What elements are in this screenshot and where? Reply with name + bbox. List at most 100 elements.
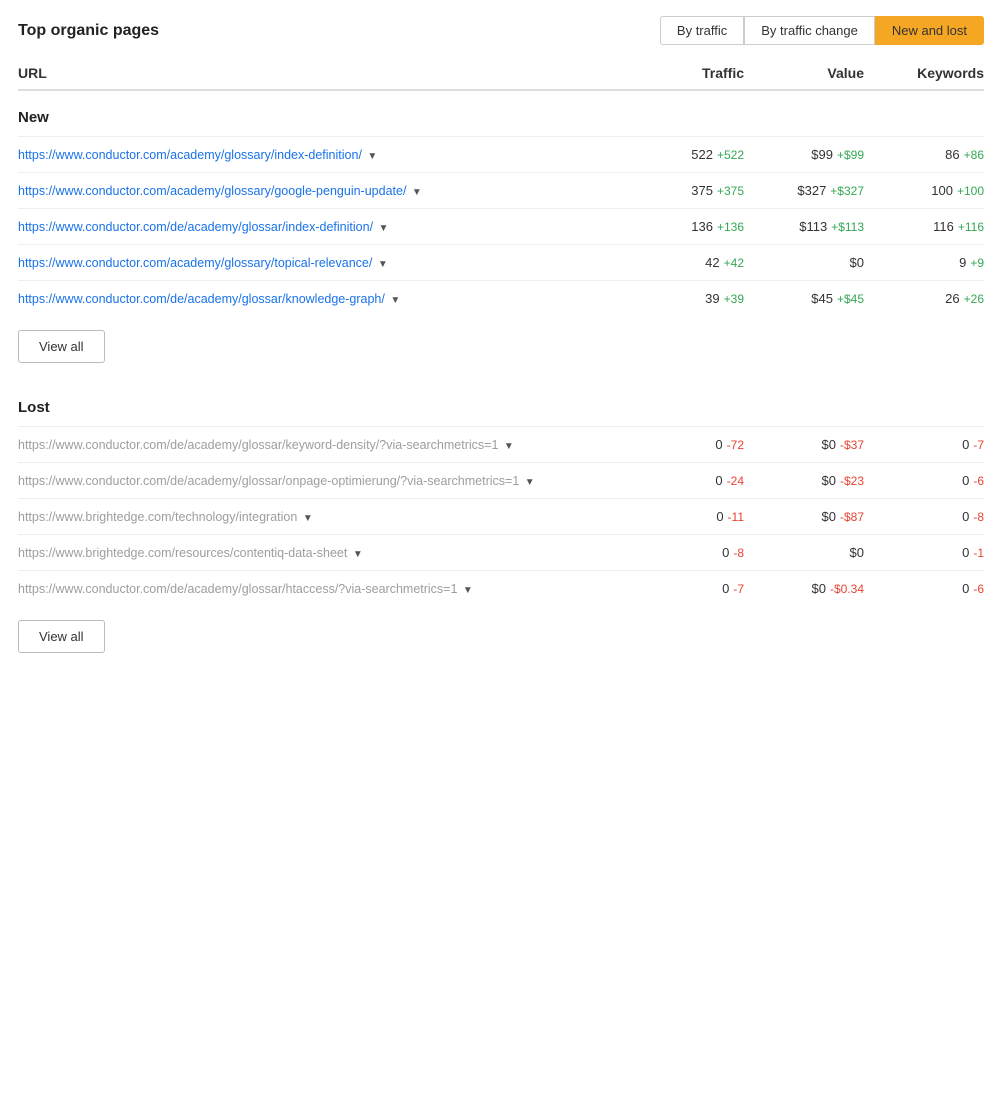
tab-by-traffic[interactable]: By traffic bbox=[660, 16, 744, 45]
dropdown-arrow-icon[interactable]: ▼ bbox=[504, 441, 514, 452]
keywords-cell: 0-7 bbox=[864, 437, 984, 452]
traffic-cell: 136 +136 bbox=[624, 219, 744, 234]
keywords-main: 0 bbox=[962, 509, 969, 524]
traffic-change: +522 bbox=[717, 148, 744, 162]
col-url: URL bbox=[18, 65, 624, 81]
keywords-change: -8 bbox=[973, 510, 984, 524]
value-cell: $327 +$327 bbox=[744, 183, 864, 198]
traffic-cell: 42 +42 bbox=[624, 255, 744, 270]
value-cell: $0-$23 bbox=[744, 473, 864, 488]
url-cell[interactable]: https://www.conductor.com/academy/glossa… bbox=[18, 148, 624, 162]
page-container: Top organic pages By traffic By traffic … bbox=[0, 0, 1002, 687]
keywords-main: 9 bbox=[959, 255, 966, 270]
table-row: https://www.conductor.com/de/academy/glo… bbox=[18, 208, 984, 244]
keywords-change: -6 bbox=[973, 582, 984, 596]
traffic-change: +42 bbox=[724, 256, 744, 270]
traffic-main: 39 bbox=[705, 291, 719, 306]
dropdown-arrow-icon[interactable]: ▼ bbox=[412, 187, 422, 198]
url-cell[interactable]: https://www.conductor.com/de/academy/glo… bbox=[18, 474, 624, 488]
tab-by-traffic-change[interactable]: By traffic change bbox=[744, 16, 875, 45]
new-rows-container: https://www.conductor.com/academy/glossa… bbox=[18, 136, 984, 316]
value-main: $327 bbox=[797, 183, 826, 198]
keywords-change: +100 bbox=[957, 184, 984, 198]
traffic-main: 42 bbox=[705, 255, 719, 270]
table-row: https://www.conductor.com/de/academy/glo… bbox=[18, 570, 984, 606]
keywords-main: 100 bbox=[931, 183, 953, 198]
value-main: $0 bbox=[850, 255, 864, 270]
keywords-change: -7 bbox=[973, 438, 984, 452]
keywords-main: 0 bbox=[962, 545, 969, 560]
value-change: -$0.34 bbox=[830, 582, 864, 596]
traffic-change: -11 bbox=[728, 510, 744, 524]
keywords-cell: 86+86 bbox=[864, 147, 984, 162]
value-change: +$45 bbox=[837, 292, 864, 306]
traffic-change: -8 bbox=[733, 546, 744, 560]
traffic-change: +375 bbox=[717, 184, 744, 198]
dropdown-arrow-icon[interactable]: ▼ bbox=[353, 549, 363, 560]
traffic-cell: 522 +522 bbox=[624, 147, 744, 162]
dropdown-arrow-icon[interactable]: ▼ bbox=[525, 477, 535, 488]
url-cell[interactable]: https://www.conductor.com/de/academy/glo… bbox=[18, 582, 624, 596]
dropdown-arrow-icon[interactable]: ▼ bbox=[463, 585, 473, 596]
url-cell[interactable]: https://www.conductor.com/academy/glossa… bbox=[18, 184, 624, 198]
keywords-cell: 0 -8 bbox=[864, 509, 984, 524]
traffic-change: +136 bbox=[717, 220, 744, 234]
traffic-main: 522 bbox=[691, 147, 713, 162]
lost-rows-container: https://www.conductor.com/de/academy/glo… bbox=[18, 426, 984, 606]
value-change: +$113 bbox=[831, 220, 864, 234]
traffic-cell: 0-24 bbox=[624, 473, 744, 488]
value-main: $0 bbox=[822, 509, 836, 524]
url-cell[interactable]: https://www.conductor.com/de/academy/glo… bbox=[18, 438, 624, 452]
keywords-main: 116 bbox=[933, 219, 954, 234]
table-row: https://www.conductor.com/de/academy/glo… bbox=[18, 280, 984, 316]
dropdown-arrow-icon[interactable]: ▼ bbox=[390, 295, 400, 306]
value-main: $0 bbox=[822, 473, 836, 488]
keywords-main: 26 bbox=[945, 291, 959, 306]
url-cell[interactable]: https://www.conductor.com/academy/glossa… bbox=[18, 256, 624, 270]
value-main: $0 bbox=[812, 581, 826, 596]
view-all-lost-button[interactable]: View all bbox=[18, 620, 105, 653]
dropdown-arrow-icon[interactable]: ▼ bbox=[367, 151, 377, 162]
value-cell: $0 bbox=[744, 545, 864, 560]
keywords-cell: 26 +26 bbox=[864, 291, 984, 306]
table-row: https://www.conductor.com/academy/glossa… bbox=[18, 244, 984, 280]
col-keywords: Keywords bbox=[864, 65, 984, 81]
value-change: +$99 bbox=[837, 148, 864, 162]
value-change: -$87 bbox=[840, 510, 864, 524]
keywords-change: +26 bbox=[964, 292, 984, 306]
tab-new-and-lost[interactable]: New and lost bbox=[875, 16, 984, 45]
tab-group: By traffic By traffic change New and los… bbox=[660, 16, 984, 45]
page-header: Top organic pages By traffic By traffic … bbox=[18, 16, 984, 45]
value-change: -$37 bbox=[840, 438, 864, 452]
url-cell[interactable]: https://www.conductor.com/de/academy/glo… bbox=[18, 292, 624, 306]
dropdown-arrow-icon[interactable]: ▼ bbox=[378, 259, 388, 270]
col-value: Value bbox=[744, 65, 864, 81]
url-cell[interactable]: https://www.conductor.com/de/academy/glo… bbox=[18, 220, 624, 234]
dropdown-arrow-icon[interactable]: ▼ bbox=[379, 223, 389, 234]
url-cell[interactable]: https://www.brightedge.com/resources/con… bbox=[18, 546, 624, 560]
view-all-new-button[interactable]: View all bbox=[18, 330, 105, 363]
value-main: $45 bbox=[811, 291, 833, 306]
traffic-main: 375 bbox=[691, 183, 713, 198]
traffic-main: 136 bbox=[691, 219, 713, 234]
traffic-main: 0 bbox=[715, 437, 722, 452]
keywords-change: -1 bbox=[973, 546, 984, 560]
column-headers: URL Traffic Value Keywords bbox=[18, 65, 984, 91]
keywords-cell: 0 -1 bbox=[864, 545, 984, 560]
dropdown-arrow-icon[interactable]: ▼ bbox=[303, 513, 313, 524]
value-cell: $0 -$87 bbox=[744, 509, 864, 524]
value-main: $0 bbox=[822, 437, 836, 452]
keywords-cell: 116+116 bbox=[864, 219, 984, 234]
col-traffic: Traffic bbox=[624, 65, 744, 81]
traffic-change: -72 bbox=[727, 438, 744, 452]
keywords-cell: 9 +9 bbox=[864, 255, 984, 270]
traffic-cell: 0-11 bbox=[624, 509, 744, 524]
traffic-cell: 0 -72 bbox=[624, 437, 744, 452]
traffic-main: 0 bbox=[715, 473, 722, 488]
url-cell[interactable]: https://www.brightedge.com/technology/in… bbox=[18, 510, 624, 524]
traffic-change: +39 bbox=[724, 292, 744, 306]
value-change: +$327 bbox=[830, 184, 864, 198]
keywords-change: +9 bbox=[970, 256, 984, 270]
page-title: Top organic pages bbox=[18, 22, 159, 40]
traffic-cell: 0-7 bbox=[624, 581, 744, 596]
